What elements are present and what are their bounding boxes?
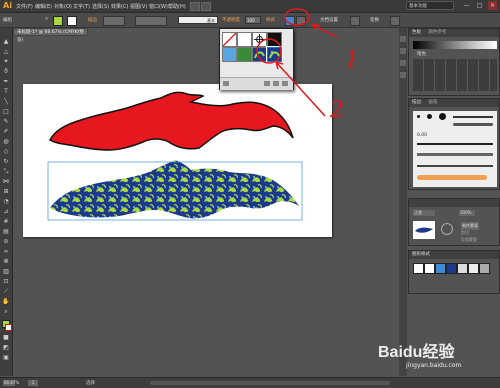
swatches-panel-header: 色板 颜色参考: [409, 29, 499, 37]
dock-icon-brush[interactable]: [400, 60, 406, 66]
brush-pattern[interactable]: [417, 165, 493, 167]
zoom-field[interactable]: 66.67%: [3, 380, 19, 386]
style-pattern[interactable]: [446, 263, 457, 274]
brush-list[interactable]: 6.00: [413, 111, 497, 187]
brush-line[interactable]: [453, 116, 493, 118]
brush-dot-small[interactable]: [417, 115, 420, 118]
tab-stroke[interactable]: 描边: [412, 100, 421, 105]
transparency-panel-header: [409, 199, 499, 207]
page-field[interactable]: 1: [28, 380, 38, 386]
clip-checkbox[interactable]: 剪切: [461, 230, 469, 236]
tab-color-guide[interactable]: 颜色参考: [428, 30, 446, 35]
dock-icon-color[interactable]: [400, 36, 406, 42]
color-guide-strip[interactable]: [413, 41, 497, 49]
baidu-watermark-brand: Baidu经验: [378, 344, 455, 361]
style-shadow[interactable]: [479, 263, 490, 274]
tab-brushes[interactable]: 画笔: [428, 100, 437, 105]
style-light[interactable]: [468, 263, 479, 274]
style-blue[interactable]: [435, 263, 446, 274]
blend-mode-dropdown[interactable]: 正常: [413, 210, 435, 216]
transparency-panel: 正常 100% 制作蒙版 剪切 反相蒙版: [408, 198, 500, 246]
horizontal-scrollbar[interactable]: [150, 381, 390, 385]
status-bar: 66.67% 1 选择: [0, 377, 500, 388]
make-mask-button[interactable]: 制作蒙版: [461, 222, 479, 230]
dock-icon-symbol[interactable]: [400, 72, 406, 78]
swatches-panel: 色板 颜色参考 暗色: [408, 28, 500, 96]
brush-charcoal[interactable]: [453, 123, 493, 126]
brushes-panel-header: 描边 画笔: [409, 99, 499, 107]
graphic-styles-panel-header: 图形样式: [409, 251, 499, 259]
current-tool-label: 选择: [86, 381, 95, 386]
dock-icon-swatch[interactable]: [400, 48, 406, 54]
baidu-watermark-url: jingyan.baidu.com: [406, 362, 462, 369]
brushes-panel: 描边 画笔 6.00: [408, 98, 500, 190]
annotation-1: 1: [345, 48, 359, 73]
style-grey[interactable]: [457, 263, 468, 274]
right-dock-icon-strip: [399, 28, 407, 376]
tab-swatches[interactable]: 色板: [412, 30, 421, 35]
transparency-thumbnail: [413, 221, 435, 239]
tab-graphic-styles[interactable]: 图形样式: [412, 252, 430, 257]
invert-mask-checkbox[interactable]: 反相蒙版: [461, 237, 477, 243]
brush-dot-medium[interactable]: [427, 114, 432, 119]
color-guide-label: 暗色: [417, 52, 426, 57]
style-default[interactable]: [413, 263, 424, 274]
no-mask-icon: [441, 223, 453, 235]
brush-size-value: 6.00: [417, 133, 428, 138]
graphic-styles-panel: 图形样式: [408, 250, 500, 294]
annotation-2: 2: [330, 98, 344, 123]
brush-dot-large[interactable]: [439, 113, 446, 120]
opacity-value[interactable]: 100%: [459, 210, 475, 216]
brush-calligraphic[interactable]: [417, 143, 493, 145]
style-none[interactable]: [424, 263, 435, 274]
brush-art[interactable]: [417, 153, 493, 156]
brush-bristle[interactable]: [417, 175, 487, 180]
color-guide-grid[interactable]: [413, 59, 497, 91]
